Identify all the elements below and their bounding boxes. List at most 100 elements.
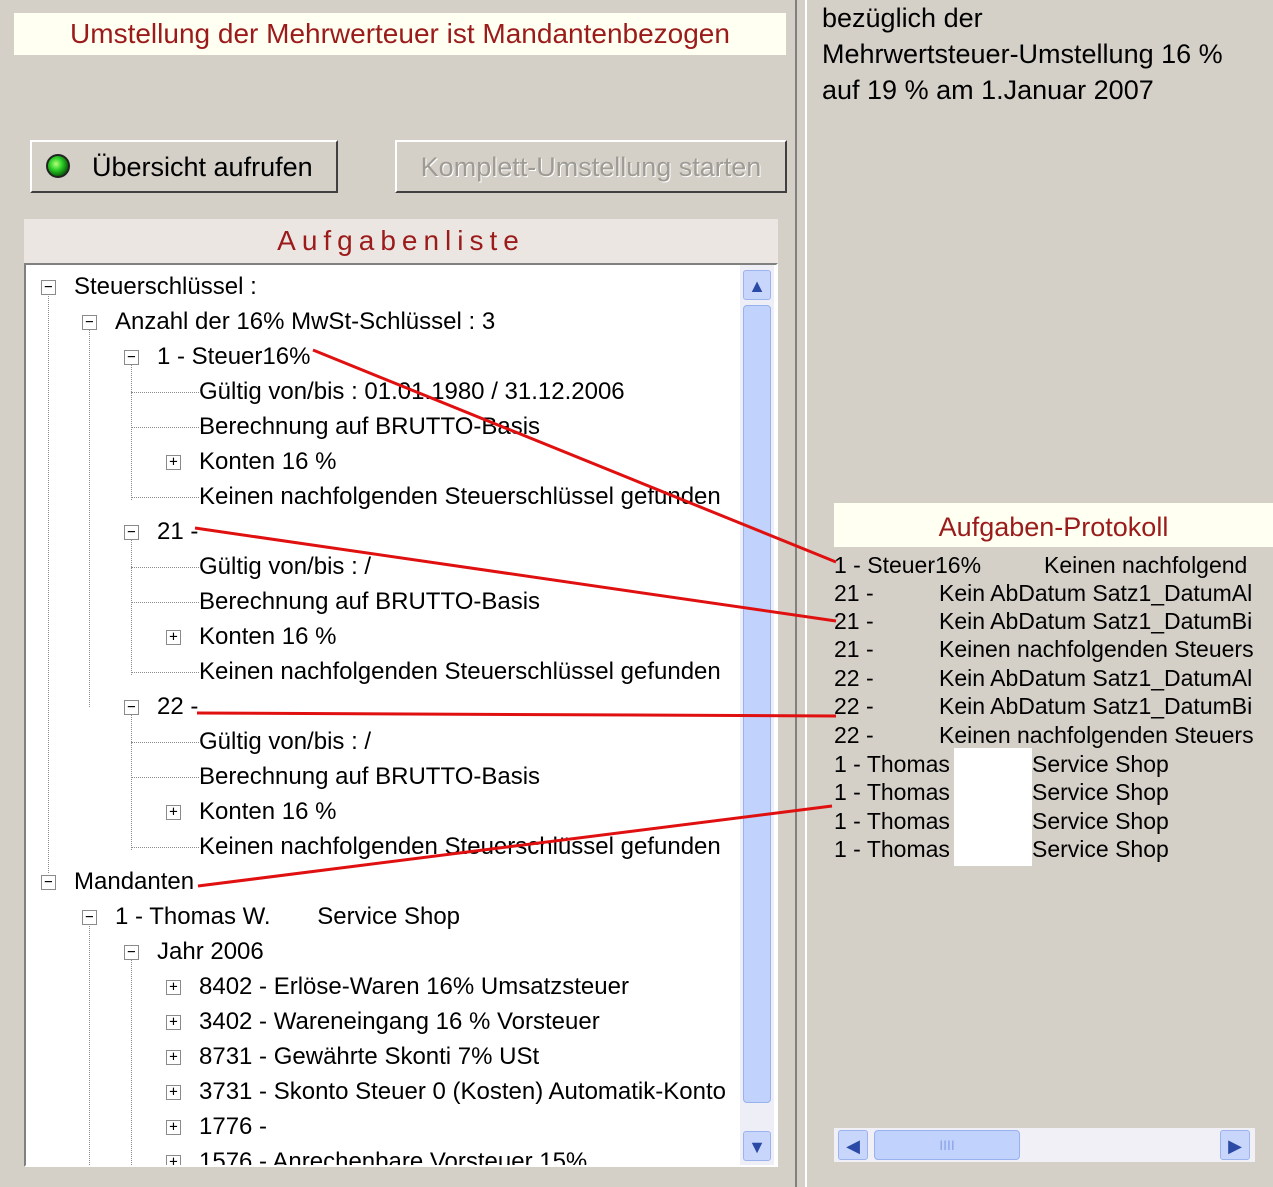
tree-node-account[interactable]: 8731 - Gewährte Skonti 7% USt bbox=[199, 1042, 539, 1072]
tree-node-no-successor[interactable]: Keinen nachfolgenden Steuerschlüssel gef… bbox=[199, 832, 721, 862]
protocol-horizontal-scrollbar[interactable]: ◀ IIII ▶ bbox=[834, 1128, 1255, 1162]
tree-guide bbox=[89, 327, 90, 707]
tree-node-client[interactable]: 1 - Thomas W. Service Shop bbox=[115, 902, 460, 932]
protocol-message: Service Shop bbox=[1032, 836, 1169, 862]
protocol-key: 22 - bbox=[834, 693, 874, 719]
protocol-message: Kein AbDatum Satz1_DatumAl bbox=[939, 665, 1253, 691]
tree-guide bbox=[131, 392, 199, 393]
tree-node-validity[interactable]: Gültig von/bis : / bbox=[199, 727, 371, 757]
tree-node-validity[interactable]: Gültig von/bis : / bbox=[199, 552, 371, 582]
tree-node-key-1[interactable]: 1 - Steuer16% bbox=[157, 342, 310, 372]
task-tree[interactable]: − Steuerschlüssel : − Anzahl der 16% MwS… bbox=[24, 263, 778, 1167]
tree-guide bbox=[131, 777, 199, 778]
tree-node-validity[interactable]: Gültig von/bis : 01.01.1980 / 31.12.2006 bbox=[199, 377, 625, 407]
overview-button[interactable]: Übersicht aufrufen bbox=[30, 140, 338, 193]
expand-icon[interactable]: + bbox=[166, 1050, 181, 1065]
expand-icon[interactable]: + bbox=[166, 1120, 181, 1135]
tree-node-account[interactable]: 1576 - Anrechenbare Vorsteuer 15% bbox=[199, 1147, 587, 1165]
expand-icon[interactable]: + bbox=[166, 1085, 181, 1100]
chevron-up-icon[interactable]: ▲ bbox=[743, 270, 771, 300]
protocol-message: Kein AbDatum Satz1_DatumBi bbox=[939, 693, 1253, 719]
protocol-header: Aufgaben-Protokoll bbox=[834, 503, 1273, 547]
tree-guide bbox=[48, 293, 49, 873]
protocol-message: Keinen nachfolgenden Steuers bbox=[939, 636, 1254, 662]
protocol-message: Keinen nachfolgenden Steuers bbox=[939, 722, 1254, 748]
info-line: auf 19 % am 1.Januar 2007 bbox=[822, 75, 1154, 105]
redaction-mask bbox=[954, 748, 1032, 866]
protocol-key: 21 - bbox=[834, 580, 874, 606]
scrollbar-thumb[interactable] bbox=[743, 305, 771, 1103]
tree-node-accounts[interactable]: Konten 16 % bbox=[199, 447, 336, 477]
protocol-message: Keinen nachfolgend bbox=[1044, 552, 1248, 578]
protocol-message: Kein AbDatum Satz1_DatumBi bbox=[939, 608, 1253, 634]
tree-node-no-successor[interactable]: Keinen nachfolgenden Steuerschlüssel gef… bbox=[199, 482, 721, 512]
task-list-header: Aufgabenliste bbox=[24, 219, 778, 263]
protocol-message: Service Shop bbox=[1032, 779, 1169, 805]
expand-icon[interactable]: + bbox=[166, 1015, 181, 1030]
collapse-icon[interactable]: − bbox=[82, 315, 97, 330]
tree-node-key-21[interactable]: 21 - bbox=[157, 517, 198, 547]
green-led-icon bbox=[46, 154, 70, 178]
tree-guide bbox=[131, 497, 199, 498]
complete-conversion-button-label: Komplett-Umstellung starten bbox=[420, 152, 762, 182]
protocol-message: Service Shop bbox=[1032, 751, 1169, 777]
collapse-icon[interactable]: − bbox=[124, 350, 139, 365]
protocol-message: Kein AbDatum Satz1_DatumAl bbox=[939, 580, 1253, 606]
tree-node-account[interactable]: 8402 - Erlöse-Waren 16% Umsatzsteuer bbox=[199, 972, 629, 1002]
info-text: bezüglich der Mehrwertsteuer-Umstellung … bbox=[822, 0, 1273, 487]
collapse-icon[interactable]: − bbox=[124, 945, 139, 960]
chevron-down-icon[interactable]: ▼ bbox=[743, 1131, 771, 1161]
protocol-list[interactable]: 1 - Steuer16% Keinen nachfolgend 21 - Kein… bbox=[834, 548, 1273, 1166]
protocol-message: Service Shop bbox=[1032, 808, 1169, 834]
collapse-icon[interactable]: − bbox=[124, 525, 139, 540]
tree-node-mandanten[interactable]: Mandanten bbox=[74, 867, 194, 897]
tree-guide bbox=[131, 427, 199, 428]
collapse-icon[interactable]: − bbox=[41, 280, 56, 295]
page-title: Umstellung der Mehrwerteuer ist Mandante… bbox=[14, 13, 786, 55]
collapse-icon[interactable]: − bbox=[124, 700, 139, 715]
tree-node-year[interactable]: Jahr 2006 bbox=[157, 937, 264, 967]
scrollbar-thumb[interactable]: IIII bbox=[874, 1130, 1020, 1160]
chevron-left-icon[interactable]: ◀ bbox=[838, 1130, 868, 1160]
protocol-key: 22 - bbox=[834, 665, 874, 691]
info-line: bezüglich der bbox=[822, 3, 983, 33]
expand-icon[interactable]: + bbox=[166, 805, 181, 820]
collapse-icon[interactable]: − bbox=[82, 910, 97, 925]
protocol-key: 1 - Steuer16% bbox=[834, 552, 982, 578]
tree-node-anzahl[interactable]: Anzahl der 16% MwSt-Schlüssel : 3 bbox=[115, 307, 495, 337]
tree-node-accounts[interactable]: Konten 16 % bbox=[199, 797, 336, 827]
tree-guide bbox=[131, 742, 199, 743]
expand-icon[interactable]: + bbox=[166, 455, 181, 470]
collapse-icon[interactable]: − bbox=[41, 875, 56, 890]
tree-guide bbox=[131, 672, 199, 673]
tree-node-steuerschluessel[interactable]: Steuerschlüssel : bbox=[74, 272, 257, 302]
protocol-key: 21 - bbox=[834, 608, 874, 634]
tree-node-account[interactable]: 1776 - bbox=[199, 1112, 267, 1142]
expand-icon[interactable]: + bbox=[166, 1155, 181, 1165]
tree-vertical-scrollbar[interactable]: ▲ ▼ bbox=[740, 265, 774, 1165]
tree-node-no-successor[interactable]: Keinen nachfolgenden Steuerschlüssel gef… bbox=[199, 657, 721, 687]
tree-guide bbox=[131, 535, 132, 675]
expand-icon[interactable]: + bbox=[166, 630, 181, 645]
tree-guide bbox=[131, 710, 132, 850]
tree-guide bbox=[131, 955, 132, 1165]
tree-node-accounts[interactable]: Konten 16 % bbox=[199, 622, 336, 652]
tree-node-key-22[interactable]: 22 - bbox=[157, 692, 198, 722]
tree-guide bbox=[131, 567, 199, 568]
chevron-right-icon[interactable]: ▶ bbox=[1220, 1130, 1250, 1160]
expand-icon[interactable]: + bbox=[166, 980, 181, 995]
tree-guide bbox=[131, 847, 199, 848]
protocol-key: 21 - bbox=[834, 636, 874, 662]
info-line: Mehrwertsteuer-Umstellung 16 % bbox=[822, 39, 1223, 69]
overview-button-label: Übersicht aufrufen bbox=[92, 152, 313, 182]
tree-node-brutto[interactable]: Berechnung auf BRUTTO-Basis bbox=[199, 587, 540, 617]
tree-guide bbox=[131, 360, 132, 500]
tree-node-account[interactable]: 3402 - Wareneingang 16 % Vorsteuer bbox=[199, 1007, 600, 1037]
tree-node-account[interactable]: 3731 - Skonto Steuer 0 (Kosten) Automati… bbox=[199, 1077, 726, 1107]
tree-guide bbox=[131, 602, 199, 603]
tree-node-brutto[interactable]: Berechnung auf BRUTTO-Basis bbox=[199, 412, 540, 442]
splitter[interactable] bbox=[795, 0, 807, 1187]
complete-conversion-button[interactable]: Komplett-Umstellung starten bbox=[395, 140, 787, 193]
tree-node-brutto[interactable]: Berechnung auf BRUTTO-Basis bbox=[199, 762, 540, 792]
protocol-key: 22 - bbox=[834, 722, 874, 748]
